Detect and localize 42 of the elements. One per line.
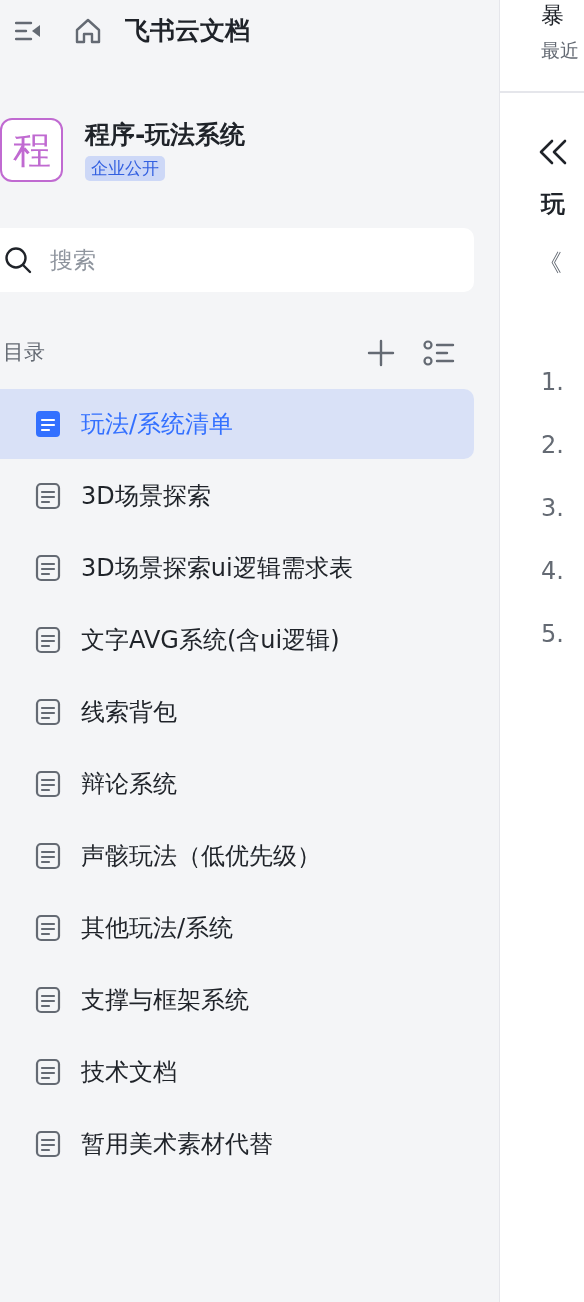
toc-label: 目录	[3, 339, 45, 367]
document-item[interactable]: 文字AVG系统(含ui逻辑)	[0, 605, 474, 675]
document-icon	[35, 770, 61, 798]
visibility-tag: 企业公开	[85, 156, 165, 181]
document-icon	[35, 698, 61, 726]
outline-item[interactable]: 2.	[541, 431, 564, 459]
search-field[interactable]: 搜索	[0, 228, 474, 292]
document-item[interactable]: 线索背包	[0, 677, 474, 747]
document-icon	[35, 1130, 61, 1158]
document-icon	[35, 842, 61, 870]
document-item[interactable]: 辩论系统	[0, 749, 474, 819]
search-icon	[4, 246, 32, 274]
double-chevron-left-icon[interactable]	[538, 139, 568, 165]
space-avatar: 程	[0, 118, 63, 182]
app-title: 飞书云文档	[125, 15, 250, 48]
outline-heading: 玩	[539, 189, 566, 219]
document-item[interactable]: 暂用美术素材代替	[0, 1109, 474, 1179]
document-item[interactable]: 支撑与框架系统	[0, 965, 474, 1035]
add-icon[interactable]	[367, 339, 395, 367]
document-icon	[35, 986, 61, 1014]
document-icon	[35, 1058, 61, 1086]
document-icon	[35, 410, 61, 438]
outline-item[interactable]: 1.	[541, 368, 564, 396]
document-item[interactable]: 声骸玩法（低优先级）	[0, 821, 474, 891]
document-icon	[35, 914, 61, 942]
sidebar-collapse-icon[interactable]	[15, 20, 41, 42]
document-item[interactable]: 技术文档	[0, 1037, 474, 1107]
document-icon	[35, 482, 61, 510]
outline-item[interactable]: 3.	[541, 494, 564, 522]
outline-item[interactable]: 4.	[541, 557, 564, 585]
recent-label: 最近	[541, 38, 580, 62]
outline-item[interactable]: 5.	[541, 620, 564, 648]
document-icon	[35, 626, 61, 654]
document-item[interactable]: 3D场景探索ui逻辑需求表	[0, 533, 474, 603]
outline-item[interactable]: 《	[500, 248, 584, 278]
document-title: 暴	[541, 1, 565, 30]
document-icon	[35, 554, 61, 582]
outline-list-icon[interactable]	[423, 339, 455, 367]
document-item[interactable]: 3D场景探索	[0, 461, 474, 531]
document-item[interactable]: 其他玩法/系统	[0, 893, 474, 963]
space-name: 程序-玩法系统	[85, 120, 246, 150]
home-icon[interactable]	[75, 18, 101, 44]
